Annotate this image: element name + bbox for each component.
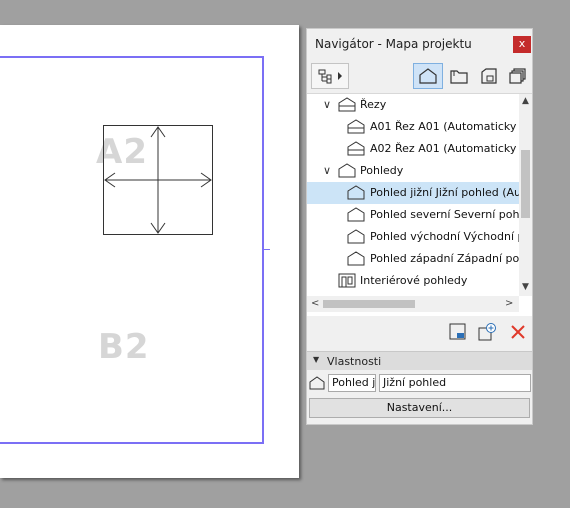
delete-icon — [511, 325, 525, 339]
tree-item-label: Pohledy — [360, 164, 404, 177]
view-map-icon — [450, 70, 468, 84]
sheet-frame — [0, 56, 264, 444]
drawing-canvas[interactable]: A2 B2 — [0, 25, 299, 478]
tree-item-elevation-west[interactable]: Pohled západní Západní poh — [307, 248, 519, 270]
project-map-icon — [419, 68, 437, 84]
publisher-sets-button[interactable] — [503, 63, 533, 89]
publisher-sets-icon — [509, 68, 526, 84]
elevation-marker[interactable] — [103, 125, 213, 235]
tree-item-elevation-north[interactable]: Pohled severní Severní pohle — [307, 204, 519, 226]
properties-title: Vlastnosti — [327, 355, 382, 368]
view-name-field[interactable]: Jižní pohled — [379, 374, 531, 392]
scroll-up-icon[interactable]: ▲ — [522, 96, 529, 106]
tree-actions — [307, 315, 532, 351]
elevation-view-icon — [347, 207, 365, 222]
view-settings-icon — [449, 323, 466, 340]
tree-item-elevations[interactable]: ∨ Pohledy — [307, 160, 519, 182]
scroll-down-icon[interactable]: ▼ — [522, 282, 529, 292]
vertical-scrollbar[interactable]: ▲ ▼ — [519, 94, 532, 296]
tree-item-sections[interactable]: ∨ Řezy — [307, 94, 519, 116]
tree-item-label: Interiérové pohledy — [360, 274, 468, 287]
horizontal-scrollbar[interactable]: < > — [307, 296, 519, 312]
tree-item-label: A01 Řez A01 (Automaticky př — [370, 120, 519, 133]
layout-book-icon — [481, 68, 497, 84]
tree-item-label: Pohled severní Severní pohle — [370, 208, 519, 221]
tree-item-label: A02 Řez A01 (Automaticky př — [370, 142, 519, 155]
elevation-view-icon — [347, 185, 365, 200]
tree-item-label: Pohled západní Západní poh — [370, 252, 519, 265]
settings-button[interactable]: Nastavení... — [309, 398, 530, 418]
project-map-menu-icon — [318, 69, 342, 84]
view-settings-button[interactable] — [447, 321, 469, 343]
project-tree[interactable]: ∨ Řezy A01 Řez A01 (Automaticky př A02 Ř… — [307, 93, 532, 316]
project-map-view-button[interactable] — [413, 63, 443, 89]
tree-item-interior-elevations[interactable]: Interiérové pohledy — [307, 270, 519, 292]
layout-book-button[interactable] — [474, 63, 504, 89]
chevron-down-icon[interactable]: ∨ — [323, 160, 331, 182]
tree-item-section-a02[interactable]: A02 Řez A01 (Automaticky př — [307, 138, 519, 160]
vertical-scroll-thumb[interactable] — [521, 150, 530, 218]
tree-item-label: Řezy — [360, 98, 387, 111]
interior-elevation-icon — [338, 273, 356, 288]
tree-item-section-a01[interactable]: A01 Řez A01 (Automaticky př — [307, 116, 519, 138]
palette-title: Navigátor - Mapa projektu — [315, 37, 472, 51]
close-button[interactable]: x — [513, 36, 531, 53]
delete-button[interactable] — [507, 321, 529, 343]
elevation-view-icon — [309, 376, 325, 390]
view-id-field[interactable]: Pohled j — [328, 374, 376, 392]
frame-tick — [264, 249, 270, 250]
elevation-folder-icon — [338, 163, 356, 178]
tree-item-elevation-south[interactable]: Pohled jižní Jižní pohled (Au — [307, 182, 519, 204]
project-map-menu-button[interactable] — [311, 63, 349, 89]
tree-item-elevation-east[interactable]: Pohled východní Východní p — [307, 226, 519, 248]
elevation-view-icon — [347, 251, 365, 266]
tree-item-label: Pohled jižní Jižní pohled (Au — [370, 186, 519, 199]
palette-title-bar[interactable]: Navigátor - Mapa projektu x — [307, 29, 532, 59]
collapse-triangle-icon[interactable]: ▼ — [313, 355, 319, 364]
properties-row: Pohled j Jižní pohled — [307, 374, 532, 394]
section-view-icon — [347, 141, 365, 156]
section-folder-icon — [338, 97, 356, 112]
chevron-down-icon[interactable]: ∨ — [323, 94, 331, 116]
tree-item-label: Pohled východní Východní p — [370, 230, 519, 243]
section-view-icon — [347, 119, 365, 134]
navigator-toolbar — [307, 59, 532, 93]
new-view-button[interactable] — [476, 321, 498, 343]
new-view-icon — [478, 323, 496, 341]
navigator-palette: Navigátor - Mapa projektu x ∨ Řezy A01 Ř… — [306, 28, 533, 425]
properties-header[interactable]: ▼ Vlastnosti — [307, 351, 532, 370]
view-map-button[interactable] — [444, 63, 474, 89]
scroll-right-icon[interactable]: > — [505, 298, 513, 309]
zone-label-b2: B2 — [98, 327, 150, 367]
horizontal-scroll-thumb[interactable] — [323, 300, 415, 308]
scroll-left-icon[interactable]: < — [311, 298, 319, 309]
elevation-view-icon — [347, 229, 365, 244]
